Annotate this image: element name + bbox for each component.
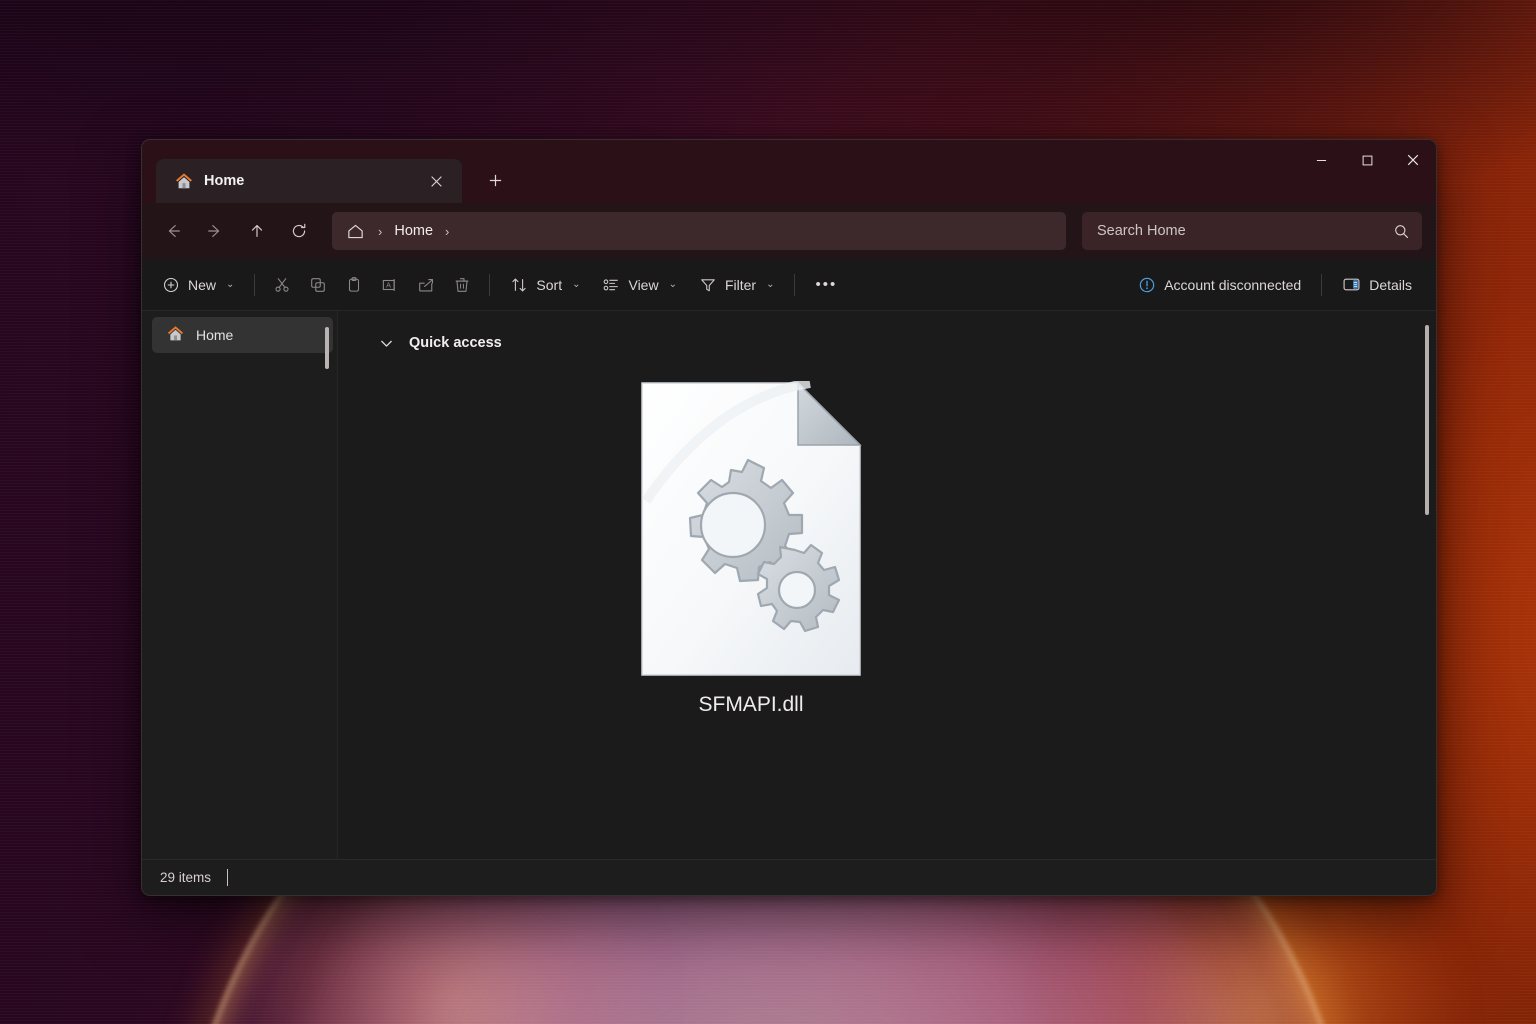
file-name-label: SFMAPI.dll xyxy=(698,693,804,716)
sidebar-scrollbar-thumb[interactable] xyxy=(325,327,329,369)
up-button[interactable] xyxy=(238,214,276,248)
svg-text:A: A xyxy=(387,280,392,289)
delete-button[interactable] xyxy=(445,267,479,303)
sidebar-item-home[interactable]: Home xyxy=(152,317,333,353)
search-input[interactable] xyxy=(1097,223,1393,239)
file-explorer-window: Home › Home › Search Home New ⌄ A Sort ⌄… xyxy=(141,139,1437,896)
navigation-pane: Home xyxy=(142,311,338,859)
view-label: View xyxy=(628,276,659,293)
title-bar: Home xyxy=(142,140,1436,203)
home-icon xyxy=(166,324,185,346)
home-icon xyxy=(174,171,194,191)
account-status-button[interactable]: Account disconnected xyxy=(1128,267,1311,303)
toolbar-divider xyxy=(254,273,256,296)
navigation-bar: › Home › xyxy=(142,203,1436,259)
share-button[interactable] xyxy=(409,267,443,303)
details-panel-icon xyxy=(1343,278,1360,291)
sort-label: Sort xyxy=(536,276,563,293)
quick-access-label: Quick access xyxy=(409,335,502,351)
tab-close-icon[interactable] xyxy=(422,167,450,195)
item-count-label: 29 items xyxy=(160,870,212,885)
toolbar-divider-4 xyxy=(1321,273,1323,296)
paste-button[interactable] xyxy=(337,267,371,303)
chevron-down-icon: ⌄ xyxy=(766,279,775,290)
home-outline-icon[interactable] xyxy=(344,220,366,242)
search-box[interactable] xyxy=(1082,212,1422,250)
tab-label: Home xyxy=(204,173,245,189)
copy-button[interactable] xyxy=(301,267,335,303)
quick-access-group-header[interactable]: Quick access xyxy=(338,311,1436,357)
command-bar: New ⌄ A Sort ⌄ View ⌄ Filter ⌄ ••• Accou… xyxy=(142,259,1436,311)
chevron-down-icon[interactable] xyxy=(378,335,395,352)
alert-circle-icon xyxy=(1139,277,1155,292)
tab-home[interactable]: Home xyxy=(156,159,462,203)
details-pane-button[interactable]: Details xyxy=(1332,267,1422,303)
details-label: Details xyxy=(1369,276,1412,293)
ellipsis-icon: ••• xyxy=(815,276,838,293)
tile-area: SFMAPI.dll xyxy=(338,357,1436,717)
forward-button[interactable] xyxy=(196,214,234,248)
new-tab-button[interactable] xyxy=(478,163,512,197)
see-more-button[interactable]: ••• xyxy=(805,267,847,303)
toolbar-divider-3 xyxy=(794,273,796,296)
search-icon[interactable] xyxy=(1393,223,1410,240)
status-divider xyxy=(227,869,229,886)
close-button[interactable] xyxy=(1390,140,1436,180)
rename-button[interactable]: A xyxy=(373,267,407,303)
breadcrumb-home[interactable]: Home xyxy=(394,223,433,239)
minimize-button[interactable] xyxy=(1298,140,1344,180)
new-label: New xyxy=(188,276,217,293)
explorer-body: Home Quick access SFMAPI.dll xyxy=(142,311,1436,859)
breadcrumb-separator-trailing[interactable]: › xyxy=(437,224,457,239)
back-button[interactable] xyxy=(154,214,192,248)
filter-label: Filter xyxy=(724,276,757,293)
file-list-pane[interactable]: Quick access SFMAPI.dll xyxy=(338,311,1436,859)
refresh-button[interactable] xyxy=(280,214,318,248)
cut-button[interactable] xyxy=(265,267,299,303)
status-bar: 29 items xyxy=(142,859,1436,895)
view-button[interactable]: View ⌄ xyxy=(592,267,686,303)
maximize-button[interactable] xyxy=(1344,140,1390,180)
filter-button[interactable]: Filter ⌄ xyxy=(689,267,785,303)
address-bar[interactable]: › Home › xyxy=(332,212,1066,250)
account-status-label: Account disconnected xyxy=(1164,276,1302,293)
sidebar-item-label: Home xyxy=(196,327,234,343)
toolbar-divider-2 xyxy=(489,273,491,296)
tab-strip: Home xyxy=(142,140,512,203)
desktop: Home › Home › Search Home New ⌄ A Sort ⌄… xyxy=(0,0,1536,1024)
file-item-sfmapi-dll[interactable]: SFMAPI.dll xyxy=(638,373,864,717)
chevron-down-icon: ⌄ xyxy=(226,279,235,290)
content-scrollbar-thumb[interactable] xyxy=(1425,325,1429,515)
sort-button[interactable]: Sort ⌄ xyxy=(500,267,590,303)
dll-file-icon xyxy=(640,381,862,677)
window-controls xyxy=(1298,140,1436,180)
chevron-down-icon: ⌄ xyxy=(572,279,581,290)
breadcrumb-separator: › xyxy=(378,223,383,239)
new-button[interactable]: New ⌄ xyxy=(152,267,244,303)
chevron-down-icon: ⌄ xyxy=(668,279,677,290)
